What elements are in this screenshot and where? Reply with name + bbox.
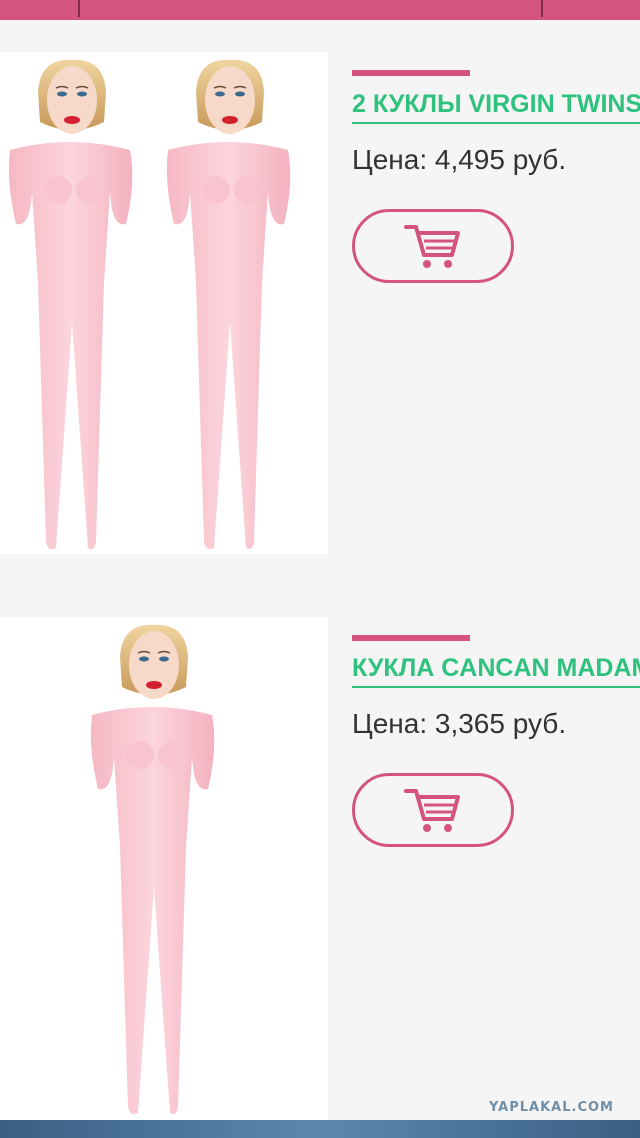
shopping-cart-icon bbox=[404, 225, 460, 268]
top-nav-bar bbox=[0, 0, 640, 20]
add-to-cart-button[interactable] bbox=[352, 209, 514, 283]
footer-bar bbox=[0, 1120, 640, 1138]
shopping-cart-icon bbox=[404, 789, 460, 832]
watermark: YAPLAKAL.COM bbox=[489, 1100, 614, 1115]
doll-image bbox=[8, 59, 291, 550]
accent-line bbox=[352, 635, 470, 641]
product-title[interactable]: 2 КУКЛЫ VIRGIN TWINS bbox=[352, 86, 640, 124]
product-image[interactable] bbox=[0, 52, 328, 554]
product-title[interactable]: КУКЛА CANCAN MADAME bbox=[352, 650, 640, 688]
doll-image bbox=[90, 624, 215, 1115]
nav-divider bbox=[78, 0, 80, 17]
add-to-cart-button[interactable] bbox=[352, 773, 514, 847]
accent-line bbox=[352, 70, 470, 76]
nav-divider bbox=[541, 0, 543, 17]
product-price: Цена: 4,495 руб. bbox=[352, 144, 567, 175]
product-price: Цена: 3,365 руб. bbox=[352, 708, 567, 739]
product-image[interactable] bbox=[0, 617, 328, 1120]
